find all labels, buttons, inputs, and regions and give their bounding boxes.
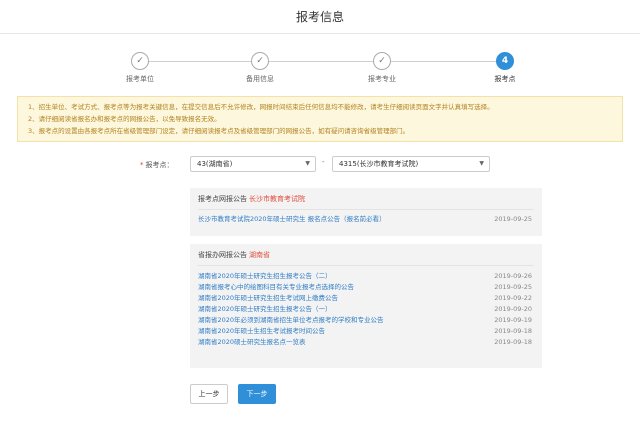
step-4: 4 报考点 xyxy=(465,52,545,84)
notice-line-2: 2、请仔细阅读省报名办和报考点的网报公告，以免导致报名无效。 xyxy=(28,115,221,123)
step-3-label: 报考专业 xyxy=(368,75,396,83)
site-panel-subtitle: 长沙市教育考试院 xyxy=(249,195,305,203)
announcement-date: 2019-09-26 xyxy=(494,272,532,280)
select-separator: - xyxy=(322,158,325,166)
step-4-number: 4 xyxy=(496,52,514,70)
announcement-link[interactable]: 湖南省2020年硕士研究生招生考试网上缴费公告 xyxy=(198,294,338,302)
list-item: 湖南省2020年硕士研究生招生报考公告（一） 2019-09-20 xyxy=(198,304,534,315)
announcement-date: 2019-09-19 xyxy=(494,316,532,324)
notice-box: 1、招生单位、考试方式、报考点等为报考关键信息，在提交信息后不允许修改，网报时间… xyxy=(17,96,623,142)
required-mark: * xyxy=(140,161,144,169)
announcement-date: 2019-09-20 xyxy=(494,305,532,313)
site-announcement-panel: 报考点网报公告 长沙市教育考试院 长沙市教育考试院2020年硕士研究生 报名点公告… xyxy=(190,188,542,236)
list-item: 湖南省2020年硕士研究生招生报考公告（二） 2019-09-26 xyxy=(198,271,534,282)
step-3-check-icon: ✓ xyxy=(373,52,391,70)
announcement-link[interactable]: 湖南省2020年必须到湖南省招生单位考点报考的学校和专业公告 xyxy=(198,316,384,324)
site-panel-header: 报考点网报公告 长沙市教育考试院 xyxy=(198,188,534,210)
prev-step-button[interactable]: 上一步 xyxy=(190,384,228,404)
prov-panel-subtitle: 湖南省 xyxy=(249,251,270,259)
list-item: 长沙市教育考试院2020年硕士研究生 报名点公告（报名前必看） 2019-09-… xyxy=(198,214,534,225)
exam-site-label-text: 报考点： xyxy=(145,161,174,169)
announcement-link[interactable]: 湖南省2020年硕士生招生考试报考时间公告 xyxy=(198,327,325,335)
announcement-link[interactable]: 湖南省2020硕士研究生报名点一览表 xyxy=(198,338,306,346)
announcement-link[interactable]: 湖南省2020年硕士研究生招生报考公告（二） xyxy=(198,272,332,280)
list-item: 湖南省2020年硕士生招生考试报考时间公告 2019-09-18 xyxy=(198,326,534,337)
step-1-label: 报考单位 xyxy=(126,75,154,83)
prov-panel-title: 省报办网报公告 xyxy=(198,251,247,259)
step-1: ✓ 报考单位 xyxy=(100,52,180,84)
notice-line-3: 3、报考点的设置由各报考点所在省级管理部门设定，请仔细阅读报考点及省级管理部门的… xyxy=(28,127,410,135)
announcement-link[interactable]: 湖南省报考心中的绘图科目有关专业报考点选择的公告 xyxy=(198,283,354,291)
list-item: 湖南省2020年硕士研究生招生考试网上缴费公告 2019-09-22 xyxy=(198,293,534,304)
step-2-label: 备用信息 xyxy=(246,75,274,83)
step-progress: ✓ 报考单位 ✓ 备用信息 ✓ 报考专业 4 报考点 xyxy=(100,50,540,86)
announcement-date: 2019-09-25 xyxy=(494,215,532,223)
site-panel-title: 报考点网报公告 xyxy=(198,195,247,203)
exam-site-select[interactable]: 4315(长沙市教育考试院) ▼ xyxy=(332,156,490,172)
announcement-date: 2019-09-22 xyxy=(494,294,532,302)
list-item: 湖南省2020年必须到湖南省招生单位考点报考的学校和专业公告 2019-09-1… xyxy=(198,315,534,326)
announcement-link[interactable]: 长沙市教育考试院2020年硕士研究生 报名点公告（报名前必看） xyxy=(198,215,386,223)
exam-site-form-row: * 报考点： 43(湖南省) ▼ - 4315(长沙市教育考试院) ▼ xyxy=(140,156,500,176)
next-step-button[interactable]: 下一步 xyxy=(238,384,276,404)
step-line xyxy=(140,61,500,62)
step-3: ✓ 报考专业 xyxy=(342,52,422,84)
page-header: 报考信息 xyxy=(0,0,640,34)
announcement-link[interactable]: 湖南省2020年硕士研究生招生报考公告（一） xyxy=(198,305,332,313)
province-announcement-panel: 省报办网报公告 湖南省 湖南省2020年硕士研究生招生报考公告（二） 2019-0… xyxy=(190,244,542,368)
exam-site-label: * 报考点： xyxy=(140,160,174,170)
chevron-down-icon: ▼ xyxy=(305,160,310,167)
province-select[interactable]: 43(湖南省) ▼ xyxy=(190,156,316,172)
exam-site-select-value: 4315(长沙市教育考试院) xyxy=(339,160,419,168)
notice-line-1: 1、招生单位、考试方式、报考点等为报考关键信息，在提交信息后不允许修改，网报时间… xyxy=(28,103,494,111)
chevron-down-icon: ▼ xyxy=(479,160,484,167)
announcement-date: 2019-09-18 xyxy=(494,338,532,346)
step-2-check-icon: ✓ xyxy=(251,52,269,70)
step-4-label: 报考点 xyxy=(494,75,516,83)
announcement-date: 2019-09-25 xyxy=(494,283,532,291)
prov-panel-header: 省报办网报公告 湖南省 xyxy=(198,244,534,266)
list-item: 湖南省2020硕士研究生报名点一览表 2019-09-18 xyxy=(198,337,534,348)
step-1-check-icon: ✓ xyxy=(131,52,149,70)
announcement-date: 2019-09-18 xyxy=(494,327,532,335)
province-select-value: 43(湖南省) xyxy=(197,160,233,168)
list-item: 湖南省报考心中的绘图科目有关专业报考点选择的公告 2019-09-25 xyxy=(198,282,534,293)
step-2: ✓ 备用信息 xyxy=(220,52,300,84)
page-title: 报考信息 xyxy=(295,10,344,24)
